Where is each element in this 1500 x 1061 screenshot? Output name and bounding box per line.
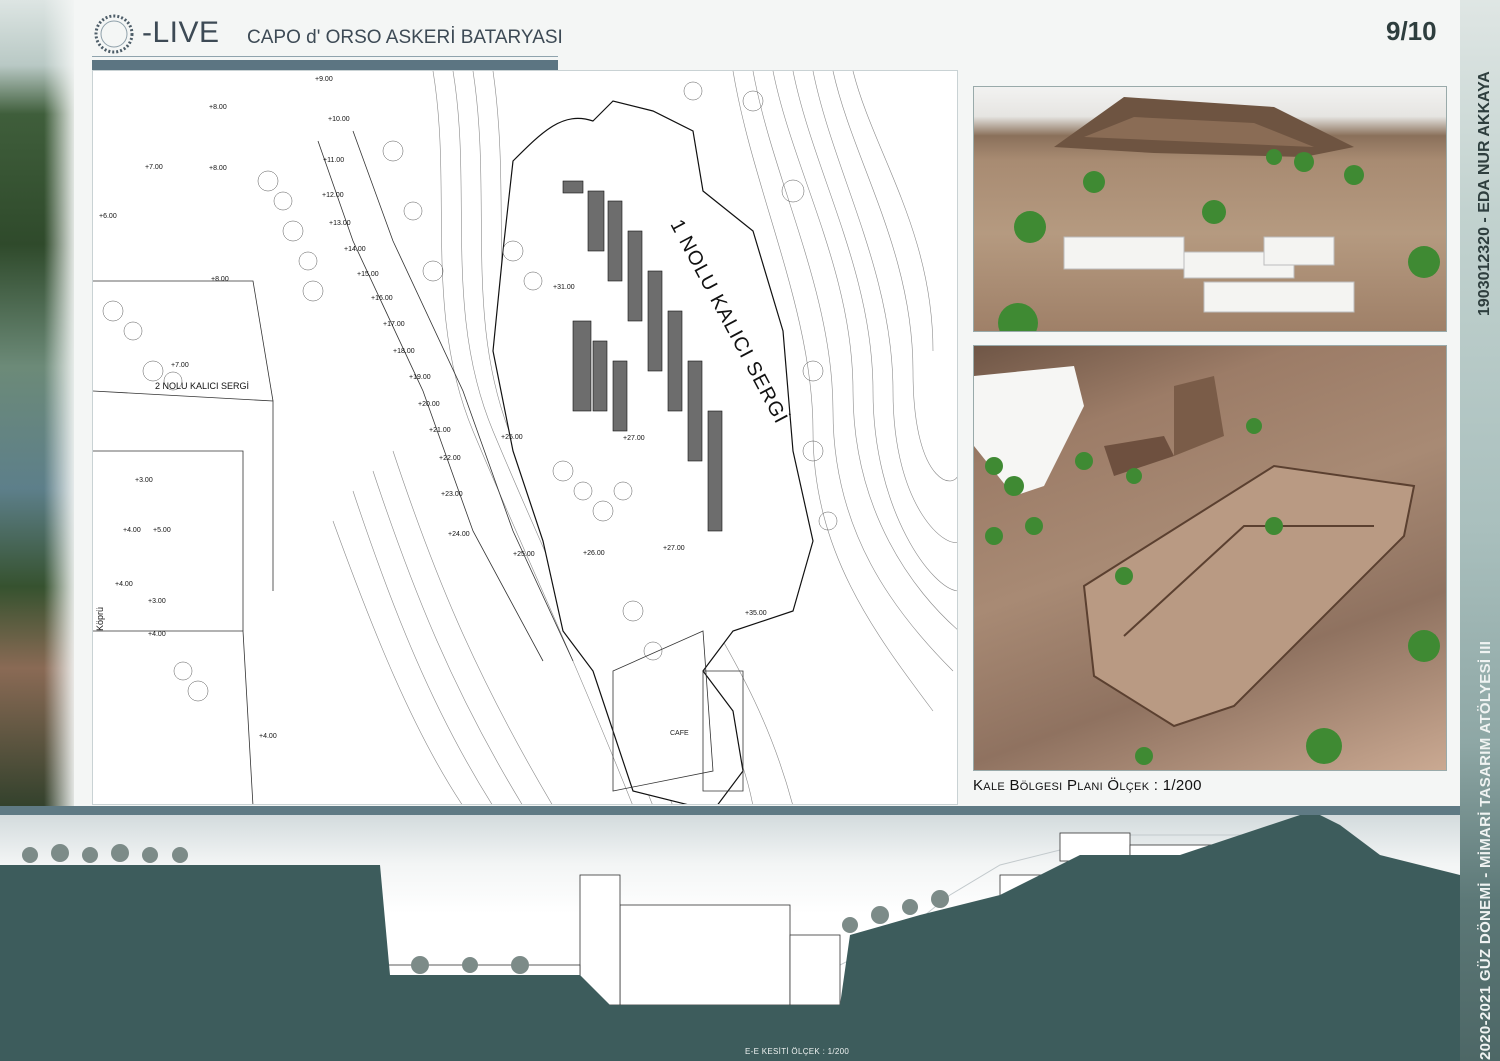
plan-caption-scale: : 1/200 — [1153, 777, 1202, 794]
elevation-label: +27.00 — [623, 435, 645, 442]
exhibit-2-label: 2 NOLU KALICI SERGİ — [155, 381, 250, 391]
elevation-label: +4.00 — [123, 527, 141, 534]
right-edge-photo: 1903012320 - EDA NUR AKKAYA 2020-2021 GÜ… — [1460, 0, 1500, 1061]
elevation-label: +8.00 — [209, 104, 227, 111]
elevation-label: +8.00 — [209, 165, 227, 172]
plan-caption: Kale Bölgesi Planı Ölçek : 1/200 — [973, 777, 1202, 794]
bridge-label: Köprü — [95, 606, 105, 631]
elevation-label: +27.00 — [663, 545, 685, 552]
elevation-label: +3.00 — [135, 477, 153, 484]
brand-title: -LIVE — [142, 16, 220, 49]
course-label: 2020-2021 GÜZ DÖNEMİ - MİMARİ TASARIM AT… — [1477, 640, 1494, 1060]
model-photo-2-drawing — [974, 366, 1440, 765]
logo-icon — [94, 14, 134, 54]
elevation-label: +10.00 — [328, 116, 350, 123]
elevation-label: +22.00 — [439, 455, 461, 462]
elevation-label: +25.00 — [501, 434, 523, 441]
header-rule — [92, 56, 558, 57]
elevation-label: +17.00 — [383, 321, 405, 328]
elevation-label: +8.00 — [211, 276, 229, 283]
elevation-label: +18.00 — [393, 348, 415, 355]
elevation-label: +3.00 — [148, 598, 166, 605]
elevation-label: +4.00 — [148, 631, 166, 638]
header: -LIVE CAPO d' ORSO ASKERİ BATARYASI — [92, 12, 563, 72]
left-edge-photo — [0, 0, 74, 815]
model-photo-1-drawing — [998, 97, 1440, 331]
elevation-label: +6.00 — [99, 213, 117, 220]
section-e-e-drawing — [0, 815, 1460, 1061]
elevation-label: +5.00 — [153, 527, 171, 534]
elevation-label: +19.00 — [409, 374, 431, 381]
elevation-label: +4.00 — [259, 733, 277, 740]
page-number: 9/10 — [1386, 16, 1437, 46]
elevation-label: +16.00 — [371, 295, 393, 302]
elevation-label: +35.00 — [745, 610, 767, 617]
author-label: 1903012320 - EDA NUR AKKAYA — [1476, 71, 1493, 316]
elevation-label: +26.00 — [583, 550, 605, 557]
model-photo-plan-view — [973, 345, 1447, 771]
section-caption: E-E KESİTİ ÖLÇEK : 1/200 — [745, 1047, 850, 1056]
elevation-label: +31.00 — [553, 284, 575, 291]
elevation-label: +7.00 — [171, 362, 189, 369]
elevation-label: +13.00 — [329, 220, 351, 227]
elevation-label: +9.00 — [315, 76, 333, 83]
elevation-label: +24.00 — [448, 531, 470, 538]
plan-caption-title: Kale Bölgesi Planı Ölçek — [973, 777, 1150, 794]
model-photo-perspective — [973, 86, 1447, 332]
elevation-label: +15.00 — [357, 271, 379, 278]
elevation-label: +23.00 — [441, 491, 463, 498]
section-drawing — [0, 815, 1460, 1061]
elevation-label: +20.00 — [418, 401, 440, 408]
elevation-label: +11.00 — [323, 157, 345, 164]
elevation-label: +12.00 — [322, 192, 344, 199]
page-subtitle: CAPO d' ORSO ASKERİ BATARYASI — [247, 27, 563, 48]
cafe-label: CAFE — [670, 730, 689, 737]
site-plan: 1 NOLU KALICI SERGİ 2 NOLU KALICI SERGİ … — [92, 70, 958, 805]
elevation-label: +14.00 — [344, 246, 366, 253]
elevation-label: +7.00 — [145, 164, 163, 171]
section-divider-bar — [0, 806, 1460, 815]
elevation-label: +25.00 — [513, 551, 535, 558]
site-plan-drawing — [93, 71, 957, 804]
elevation-label: +21.00 — [429, 427, 451, 434]
elevation-label: +4.00 — [115, 581, 133, 588]
